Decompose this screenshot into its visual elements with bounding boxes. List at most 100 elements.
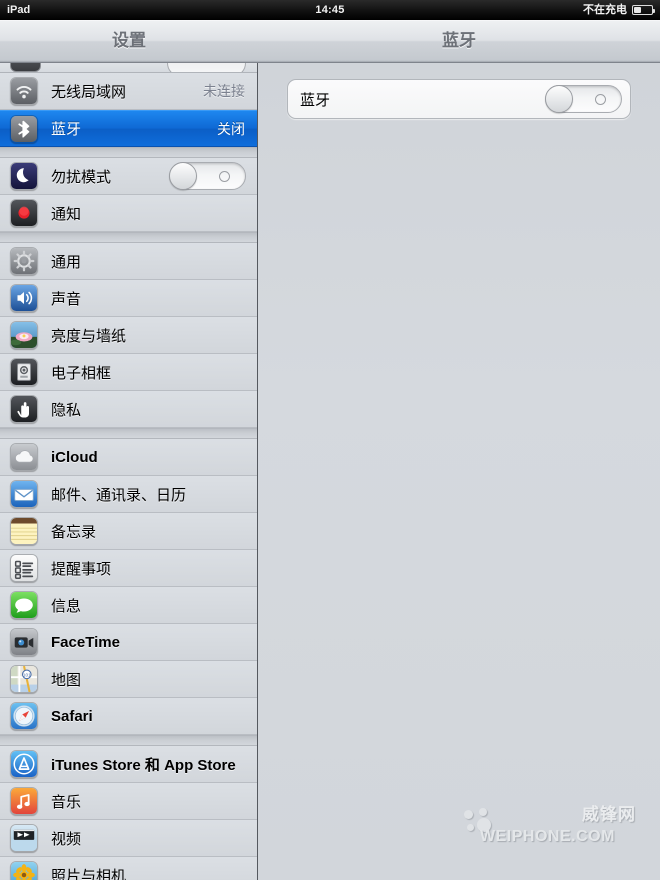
settings-navbar: 设置 (0, 20, 258, 63)
switch-knob (545, 85, 573, 113)
watermark-chinese-text: 威锋网 (582, 805, 636, 824)
battery-low-icon (632, 5, 655, 15)
sidebar-section-divider (0, 428, 257, 439)
sidebar-item-label: 信息 (51, 597, 82, 615)
app-store-icon (10, 750, 38, 778)
svg-text:101: 101 (23, 673, 31, 678)
sidebar-item-label: 电子相框 (51, 364, 112, 382)
maps-icon: 101 (10, 665, 38, 693)
bluetooth-title: 蓝牙 (442, 31, 476, 50)
notifications-icon (10, 199, 38, 227)
bluetooth-switch[interactable] (545, 85, 622, 113)
notes-icon (10, 517, 38, 545)
watermark-dots-logo-icon (464, 808, 498, 842)
ipad-settings-screen: iPad 14:45 不在充电 设置 蓝牙 无线局域网 未连接 蓝牙 关闭 勿扰模式 通知… (0, 0, 660, 880)
sidebar-item-label: iCloud (51, 448, 98, 466)
scrolled-off-row-airplane-mode[interactable] (0, 63, 257, 73)
sidebar-item-photos-camera[interactable]: 照片与相机 (0, 857, 257, 880)
sidebar-item-mail[interactable]: 邮件、通讯录、日历 (0, 476, 257, 513)
sidebar-item-notifications[interactable]: 通知 (0, 195, 257, 232)
sidebar-item-app-store[interactable]: iTunes Store 和 App Store (0, 746, 257, 783)
watermark-english-text: WEIPHONE.COM (480, 828, 615, 845)
sidebar-item-facetime[interactable]: FaceTime (0, 624, 257, 661)
brightness-wallpaper-icon (10, 321, 38, 349)
music-icon (10, 787, 38, 815)
sidebar-item-value: 关闭 (217, 120, 245, 137)
sidebar-item-picture-frame[interactable]: 电子相框 (0, 354, 257, 391)
battery-fill (634, 7, 641, 13)
status-bar: iPad 14:45 不在充电 (0, 0, 660, 20)
sidebar-item-wifi[interactable]: 无线局域网 未连接 (0, 73, 257, 110)
sidebar-item-label: 邮件、通讯录、日历 (51, 486, 187, 504)
sidebar-item-videos[interactable]: 视频 (0, 820, 257, 857)
battery-status-label: 不在充电 (583, 4, 627, 16)
bluetooth-navbar: 蓝牙 (258, 20, 660, 63)
sidebar-item-label: FaceTime (51, 633, 120, 651)
airplane-mode-toggle[interactable] (167, 63, 246, 72)
sidebar-sections: 无线局域网 未连接蓝牙 关闭勿扰模式通知通用声音亮度与墙纸电子相框隐私 iCloud 邮… (0, 73, 257, 880)
picture-frame-icon (10, 358, 38, 386)
sidebar-item-label: 音乐 (51, 793, 82, 811)
sidebar-item-label: 通知 (51, 205, 82, 223)
bluetooth-toggle-row[interactable]: 蓝牙 (288, 80, 630, 118)
sidebar-item-gear[interactable]: 通用 (0, 243, 257, 280)
privacy-hand-icon (10, 395, 38, 423)
sidebar-item-music[interactable]: 音乐 (0, 783, 257, 820)
sidebar-item-label: 蓝牙 (51, 121, 82, 138)
bluetooth-settings-card: 蓝牙 (287, 79, 631, 119)
sidebar-section-divider (0, 735, 257, 746)
messages-icon (10, 591, 38, 619)
bluetooth-detail-pane: 蓝牙 威锋网 WEIPHONE.COM (258, 63, 660, 880)
sidebar-item-label: 无线局域网 (51, 83, 127, 101)
sidebar-item-label: 通用 (51, 253, 82, 271)
moon-switch[interactable] (169, 162, 246, 190)
speaker-icon (10, 284, 38, 312)
icloud-icon (10, 443, 38, 471)
switch-knob (169, 162, 197, 190)
reminders-icon (10, 554, 38, 582)
photos-camera-icon (10, 861, 38, 880)
sidebar-item-privacy-hand[interactable]: 隐私 (0, 391, 257, 428)
airplane-mode-icon (10, 63, 41, 72)
mail-icon (10, 480, 38, 508)
sidebar-item-safari[interactable]: Safari (0, 698, 257, 735)
settings-sidebar[interactable]: 无线局域网 未连接蓝牙 关闭勿扰模式通知通用声音亮度与墙纸电子相框隐私 iCloud 邮… (0, 63, 258, 880)
sidebar-item-label: 亮度与墙纸 (51, 327, 127, 345)
sidebar-item-label: 照片与相机 (51, 867, 127, 880)
sidebar-item-label: 视频 (51, 830, 82, 848)
sidebar-item-label: 备忘录 (51, 523, 97, 541)
moon-icon (10, 162, 38, 190)
status-clock: 14:45 (315, 4, 345, 16)
sidebar-item-messages[interactable]: 信息 (0, 587, 257, 624)
bluetooth-icon (10, 114, 38, 143)
switch-off-indicator-icon (219, 171, 230, 182)
sidebar-item-label: 声音 (51, 290, 82, 308)
sidebar-item-label: 隐私 (51, 401, 82, 419)
switch-off-indicator-icon (595, 94, 606, 105)
sidebar-item-label: 提醒事项 (51, 560, 112, 578)
sidebar-item-moon[interactable]: 勿扰模式 (0, 158, 257, 195)
site-watermark: 威锋网 WEIPHONE.COM (464, 798, 644, 850)
settings-title: 设置 (112, 31, 146, 50)
sidebar-section-divider (0, 147, 257, 158)
sidebar-item-notes[interactable]: 备忘录 (0, 513, 257, 550)
sidebar-item-speaker[interactable]: 声音 (0, 280, 257, 317)
sidebar-item-bluetooth[interactable]: 蓝牙 关闭 (0, 110, 257, 147)
gear-icon (10, 247, 38, 275)
sidebar-item-label: 勿扰模式 (51, 168, 112, 186)
videos-icon (10, 824, 38, 852)
sidebar-item-label: iTunes Store 和 App Store (51, 756, 236, 774)
sidebar-section-divider (0, 232, 257, 243)
sidebar-item-value: 未连接 (203, 83, 245, 99)
sidebar-item-maps[interactable]: 101 地图 (0, 661, 257, 698)
sidebar-item-label: Safari (51, 707, 93, 725)
bluetooth-row-label: 蓝牙 (300, 91, 331, 109)
sidebar-item-label: 地图 (51, 671, 82, 689)
sidebar-item-reminders[interactable]: 提醒事项 (0, 550, 257, 587)
safari-icon (10, 702, 38, 730)
wifi-icon (10, 77, 38, 105)
sidebar-item-icloud[interactable]: iCloud (0, 439, 257, 476)
status-battery-area: 不在充电 (583, 0, 655, 20)
sidebar-item-brightness-wallpaper[interactable]: 亮度与墙纸 (0, 317, 257, 354)
facetime-icon (10, 628, 38, 656)
